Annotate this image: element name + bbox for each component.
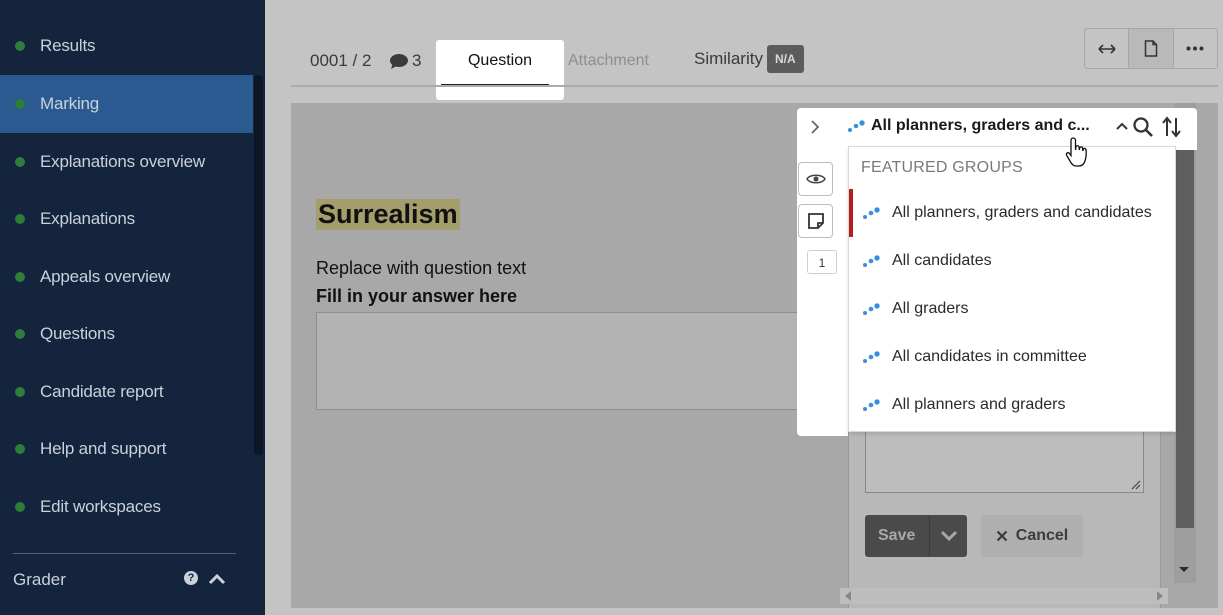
question-title: Surrealism xyxy=(316,199,460,230)
chevron-right-icon[interactable] xyxy=(808,118,822,136)
similarity-badge: N/A xyxy=(766,45,804,73)
sidebar-item-appeals-overview[interactable]: Appeals overview xyxy=(0,248,253,306)
sidebar-item-candidate-report[interactable]: Candidate report xyxy=(0,363,253,421)
role-label: Grader xyxy=(13,570,66,589)
caret-up-icon[interactable] xyxy=(1114,118,1130,134)
sticky-note-button[interactable] xyxy=(798,204,833,238)
group-option[interactable]: All graders xyxy=(849,285,1175,333)
sidebar-item-label: Questions xyxy=(40,324,115,343)
sidebar-item-explanations-overview[interactable]: Explanations overview xyxy=(0,133,253,191)
similarity-label: Similarity xyxy=(694,49,763,68)
sidebar-item-explanations[interactable]: Explanations xyxy=(0,190,253,248)
scroll-right-icon[interactable] xyxy=(1156,591,1164,601)
tab-question[interactable]: Question xyxy=(436,40,564,100)
status-dot xyxy=(15,329,25,339)
status-dot xyxy=(15,387,25,397)
save-button[interactable]: Save xyxy=(865,515,967,557)
cancel-label: Cancel xyxy=(1015,527,1069,544)
tab-attachment[interactable]: Attachment xyxy=(568,52,649,70)
sidebar-item-label: Explanations xyxy=(40,209,135,228)
status-dot xyxy=(15,444,25,454)
sidebar-item-label: Results xyxy=(40,36,96,55)
sidebar-item-marking[interactable]: Marking xyxy=(0,75,253,133)
group-option[interactable]: All planners and graders xyxy=(849,381,1175,429)
save-options-button[interactable] xyxy=(930,530,967,542)
group-icon xyxy=(863,351,880,363)
status-dot xyxy=(15,214,25,224)
group-option-label: All candidates xyxy=(892,252,992,269)
comments-count[interactable]: 3 xyxy=(389,51,421,71)
topbar-divider xyxy=(291,85,1218,87)
sidebar: Results Marking Explanations overview Ex… xyxy=(0,0,265,615)
scroll-down-icon[interactable] xyxy=(1178,566,1190,574)
group-option-label: All planners and graders xyxy=(892,396,1066,413)
document-scrollbar-thumb[interactable] xyxy=(1176,150,1194,528)
answer-prompt: Fill in your answer here xyxy=(316,286,518,306)
sticky-note-icon xyxy=(807,213,824,229)
selected-group[interactable]: All planners, graders and c... xyxy=(871,117,1090,135)
view-toolbar xyxy=(1084,28,1218,69)
more-options-button[interactable] xyxy=(1174,29,1217,68)
document-icon xyxy=(1144,40,1158,57)
group-icon xyxy=(863,303,880,315)
group-option-label: All graders xyxy=(892,300,969,317)
group-dropdown: FEATURED GROUPS All planners, graders an… xyxy=(848,146,1176,432)
status-dot xyxy=(15,157,25,167)
hand-cursor-icon xyxy=(1065,137,1087,167)
status-dot xyxy=(15,99,25,109)
visibility-button[interactable] xyxy=(798,162,833,196)
status-dot xyxy=(15,41,25,51)
group-icon xyxy=(848,120,865,132)
resize-handle-icon[interactable] xyxy=(1129,478,1141,490)
chevron-down-icon xyxy=(940,530,957,542)
group-option[interactable]: All candidates in committee xyxy=(849,333,1175,381)
close-icon xyxy=(996,530,1008,542)
note-count-badge: 1 xyxy=(807,250,837,274)
sidebar-item-label: Help and support xyxy=(40,439,167,458)
expand-horizontal-icon xyxy=(1098,43,1116,54)
horizontal-scrollbar[interactable] xyxy=(840,588,1168,604)
group-option[interactable]: All candidates xyxy=(849,237,1175,285)
similarity: Similarity N/A xyxy=(694,45,804,73)
sidebar-item-label: Marking xyxy=(40,94,100,113)
eye-icon xyxy=(805,174,826,184)
group-option-label: All planners, graders and candidates xyxy=(892,204,1152,221)
sidebar-item-edit-workspaces[interactable]: Edit workspaces xyxy=(0,478,253,536)
response-counter: 0001 / 2 xyxy=(310,51,372,70)
comment-textarea[interactable] xyxy=(865,430,1144,493)
sidebar-item-help-and-support[interactable]: Help and support xyxy=(0,420,253,478)
sidebar-divider xyxy=(13,553,236,554)
answer-field[interactable] xyxy=(316,312,812,410)
group-option[interactable]: All planners, graders and candidates xyxy=(849,189,1175,237)
status-dot xyxy=(15,502,25,512)
sidebar-item-label: Candidate report xyxy=(40,382,164,401)
sidebar-item-label: Appeals overview xyxy=(40,267,171,286)
expand-width-button[interactable] xyxy=(1085,29,1130,68)
sidebar-item-results[interactable]: Results xyxy=(0,17,253,75)
help-icon[interactable]: ? xyxy=(184,571,198,585)
status-dot xyxy=(15,272,25,282)
sort-icon[interactable] xyxy=(1160,115,1184,139)
tab-label: Question xyxy=(467,52,533,69)
cancel-button[interactable]: Cancel xyxy=(981,515,1083,557)
document-view-button[interactable] xyxy=(1129,29,1174,68)
group-icon xyxy=(863,207,880,219)
comment-icon xyxy=(390,53,408,69)
comment-count: 3 xyxy=(412,51,422,70)
question-text: Replace with question text xyxy=(316,258,527,278)
sidebar-scrollbar[interactable] xyxy=(254,75,263,455)
sidebar-item-label: Edit workspaces xyxy=(40,497,161,516)
group-icon xyxy=(863,255,880,267)
scroll-left-icon[interactable] xyxy=(844,591,852,601)
search-icon[interactable] xyxy=(1132,116,1154,138)
chevron-up-icon[interactable] xyxy=(207,572,227,586)
sidebar-item-questions[interactable]: Questions xyxy=(0,305,253,363)
save-label: Save xyxy=(878,527,916,544)
dropdown-header: FEATURED GROUPS xyxy=(861,159,1023,176)
group-icon xyxy=(863,399,880,411)
group-option-label: All candidates in committee xyxy=(892,348,1087,365)
sidebar-item-label: Explanations overview xyxy=(40,152,205,171)
more-icon xyxy=(1186,46,1204,51)
